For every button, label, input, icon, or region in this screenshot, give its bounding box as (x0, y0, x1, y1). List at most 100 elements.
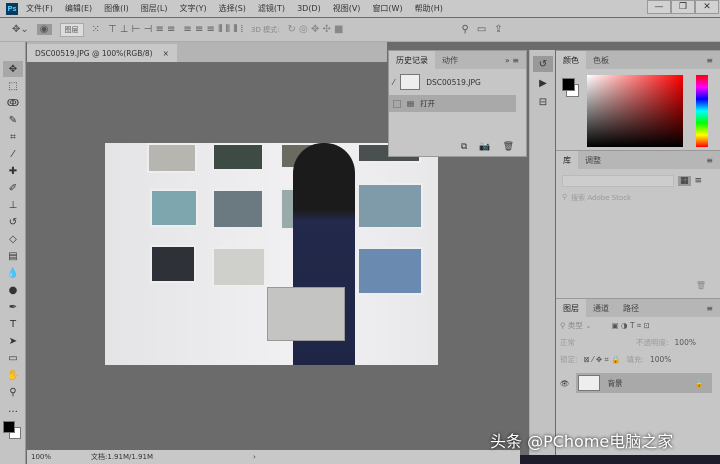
menu-view[interactable]: 视图(V) (333, 3, 361, 14)
3d-tools-icons[interactable]: ↻ ◎ ✥ ✣ ■ (287, 24, 343, 35)
fill-value[interactable]: 100% (650, 355, 671, 364)
tab-adjustments[interactable]: 调整 (578, 151, 608, 169)
trash-icon[interactable]: 🗑 (696, 281, 706, 290)
trash-icon[interactable]: 🗑 (503, 142, 514, 152)
quick-select-tool-icon[interactable]: ✎ (3, 112, 23, 128)
tab-libraries[interactable]: 库 (556, 151, 578, 169)
zoom-level[interactable]: 100% (31, 453, 51, 461)
history-snapshot[interactable]: ⁄ DSC00519.JPG (389, 69, 526, 95)
panel-menu-icon[interactable]: ≡ (699, 51, 720, 69)
layer-filter-row: ⚲ 类型 ⌄ ▣ ◑ T ⌗ ⊡ (556, 317, 720, 334)
library-dropdown[interactable] (562, 175, 674, 187)
tab-actions[interactable]: 动作 (435, 51, 465, 69)
path-select-icon[interactable]: ➤ (3, 333, 23, 349)
type-tool-icon[interactable]: T (3, 316, 23, 332)
menu-layer[interactable]: 图层(L) (141, 3, 168, 14)
lock-icons[interactable]: ⊠ ⁄ ✥ ⌗ 🔒 (584, 355, 621, 365)
panel-menu-icon[interactable]: ≡ (699, 299, 720, 317)
menu-help[interactable]: 帮助(H) (415, 3, 443, 14)
healing-tool-icon[interactable]: ✚ (3, 163, 23, 179)
workspace-icon[interactable]: ▭ (477, 24, 486, 35)
menu-file[interactable]: 文件(F) (26, 3, 53, 14)
crop-tool-icon[interactable]: ⌗ (3, 129, 23, 145)
pen-tool-icon[interactable]: ✒ (3, 299, 23, 315)
blur-tool-icon[interactable]: 💧 (3, 265, 23, 281)
document-icon: ▤ (407, 99, 415, 108)
stock-search-input[interactable]: ⚲ 搜索 Adobe Stock (562, 193, 714, 203)
eraser-tool-icon[interactable]: ◇ (3, 231, 23, 247)
tab-channels[interactable]: 通道 (586, 299, 616, 317)
history-brush-icon[interactable]: ↺ (3, 214, 23, 230)
search-icon[interactable]: ⚲ (462, 24, 469, 35)
blend-row: 正常 不透明度: 100% (556, 334, 720, 351)
tab-swatches[interactable]: 色板 (586, 51, 616, 69)
color-panel: 颜色 色板 ≡ (556, 50, 720, 150)
zoom-tool-icon[interactable]: ⚲ (3, 384, 23, 400)
auto-select-dropdown[interactable]: 图层 (59, 22, 84, 37)
menu-image[interactable]: 图像(I) (104, 3, 129, 14)
taskbar (520, 455, 720, 464)
document-canvas-image[interactable] (105, 143, 438, 365)
tab-paths[interactable]: 路径 (616, 299, 646, 317)
tab-color[interactable]: 颜色 (556, 51, 586, 69)
status-menu-arrow[interactable]: › (253, 453, 256, 461)
dodge-tool-icon[interactable]: ● (3, 282, 23, 298)
3d-mode-label: 3D 模式: (251, 25, 280, 34)
auto-select-icon[interactable]: ◉ (36, 24, 52, 35)
brush-tool-icon[interactable]: ✐ (3, 180, 23, 196)
blend-mode-dropdown[interactable]: 正常 (560, 337, 630, 348)
align-icons[interactable]: ⊤ ⊥ ⊢ ⊣ ≡ ≡ (108, 24, 176, 35)
lock-row: 锁定: ⊠ ⁄ ✥ ⌗ 🔒 填充: 100% (556, 351, 720, 368)
close-tab-icon[interactable]: × (163, 49, 169, 58)
panel-menu-icon[interactable]: ≡ (699, 151, 720, 169)
history-panel-icon[interactable]: ↺ (533, 56, 553, 72)
camera-icon[interactable]: 📷 (479, 142, 490, 152)
properties-icon[interactable]: ⊟ (533, 94, 553, 110)
foreground-color[interactable] (562, 78, 575, 91)
history-item[interactable]: ▤ 打开 (389, 95, 516, 112)
visibility-eye-icon[interactable]: 👁 (560, 379, 570, 388)
move-tool-icon[interactable]: ✥ (3, 61, 23, 77)
lasso-tool-icon[interactable]: ↂ (3, 95, 23, 111)
document-tab[interactable]: DSC00519.JPG @ 100%(RGB/8) × (27, 44, 177, 62)
menu-filter[interactable]: 滤镜(T) (258, 3, 285, 14)
snapshot-thumbnail (400, 74, 421, 90)
menu-window[interactable]: 窗口(W) (372, 3, 402, 14)
grid-view-icon[interactable]: ▦ (678, 176, 691, 186)
stamp-tool-icon[interactable]: ⊥ (3, 197, 23, 213)
tab-history[interactable]: 历史记录 (389, 51, 435, 69)
layer-thumbnail (577, 375, 600, 391)
eyedropper-tool-icon[interactable]: ⁄ (3, 146, 23, 162)
distribute-icons[interactable]: ≡ ≡ ≡ ⦀ ⦀ ⦀ ⦙ (183, 24, 243, 35)
hand-tool-icon[interactable]: ✋ (3, 367, 23, 383)
gradient-tool-icon[interactable]: ▤ (3, 248, 23, 264)
tab-layers[interactable]: 图层 (556, 299, 586, 317)
minimize-button[interactable]: — (647, 0, 671, 14)
actions-play-icon[interactable]: ▶ (533, 75, 553, 91)
color-field[interactable] (587, 75, 683, 147)
foreground-color-swatch[interactable] (3, 421, 15, 433)
menu-type[interactable]: 文字(Y) (179, 3, 206, 14)
more-tools-icon[interactable]: … (3, 401, 23, 417)
share-icon[interactable]: ⇪ (494, 24, 502, 35)
move-tool-icon[interactable]: ✥⌄ (12, 24, 29, 35)
menu-edit[interactable]: 编辑(E) (65, 3, 92, 14)
panel-menu-icon[interactable]: » ≡ (498, 51, 526, 69)
shape-tool-icon[interactable]: ▭ (3, 350, 23, 366)
menu-select[interactable]: 选择(S) (219, 3, 246, 14)
filter-kind-dropdown[interactable]: ⚲ 类型 ⌄ (560, 320, 592, 331)
list-view-icon[interactable]: ≡ (695, 176, 703, 186)
color-swatches[interactable] (0, 418, 25, 442)
layer-row[interactable]: 👁 背景 🔒 (556, 372, 720, 394)
new-document-icon[interactable]: ⧉ (461, 142, 467, 152)
restore-button[interactable]: ❐ (671, 0, 695, 14)
filter-icons[interactable]: ▣ ◑ T ⌗ ⊡ (612, 321, 650, 331)
menu-3d[interactable]: 3D(D) (297, 4, 321, 13)
lock-icon: 🔒 (694, 378, 704, 388)
checkbox[interactable] (393, 99, 401, 108)
opacity-value[interactable]: 100% (675, 338, 696, 347)
close-button[interactable]: ✕ (695, 0, 719, 14)
hue-slider[interactable] (696, 75, 708, 147)
transform-controls-icon[interactable]: ⁙ (92, 24, 100, 35)
marquee-tool-icon[interactable]: ⬚ (3, 78, 23, 94)
